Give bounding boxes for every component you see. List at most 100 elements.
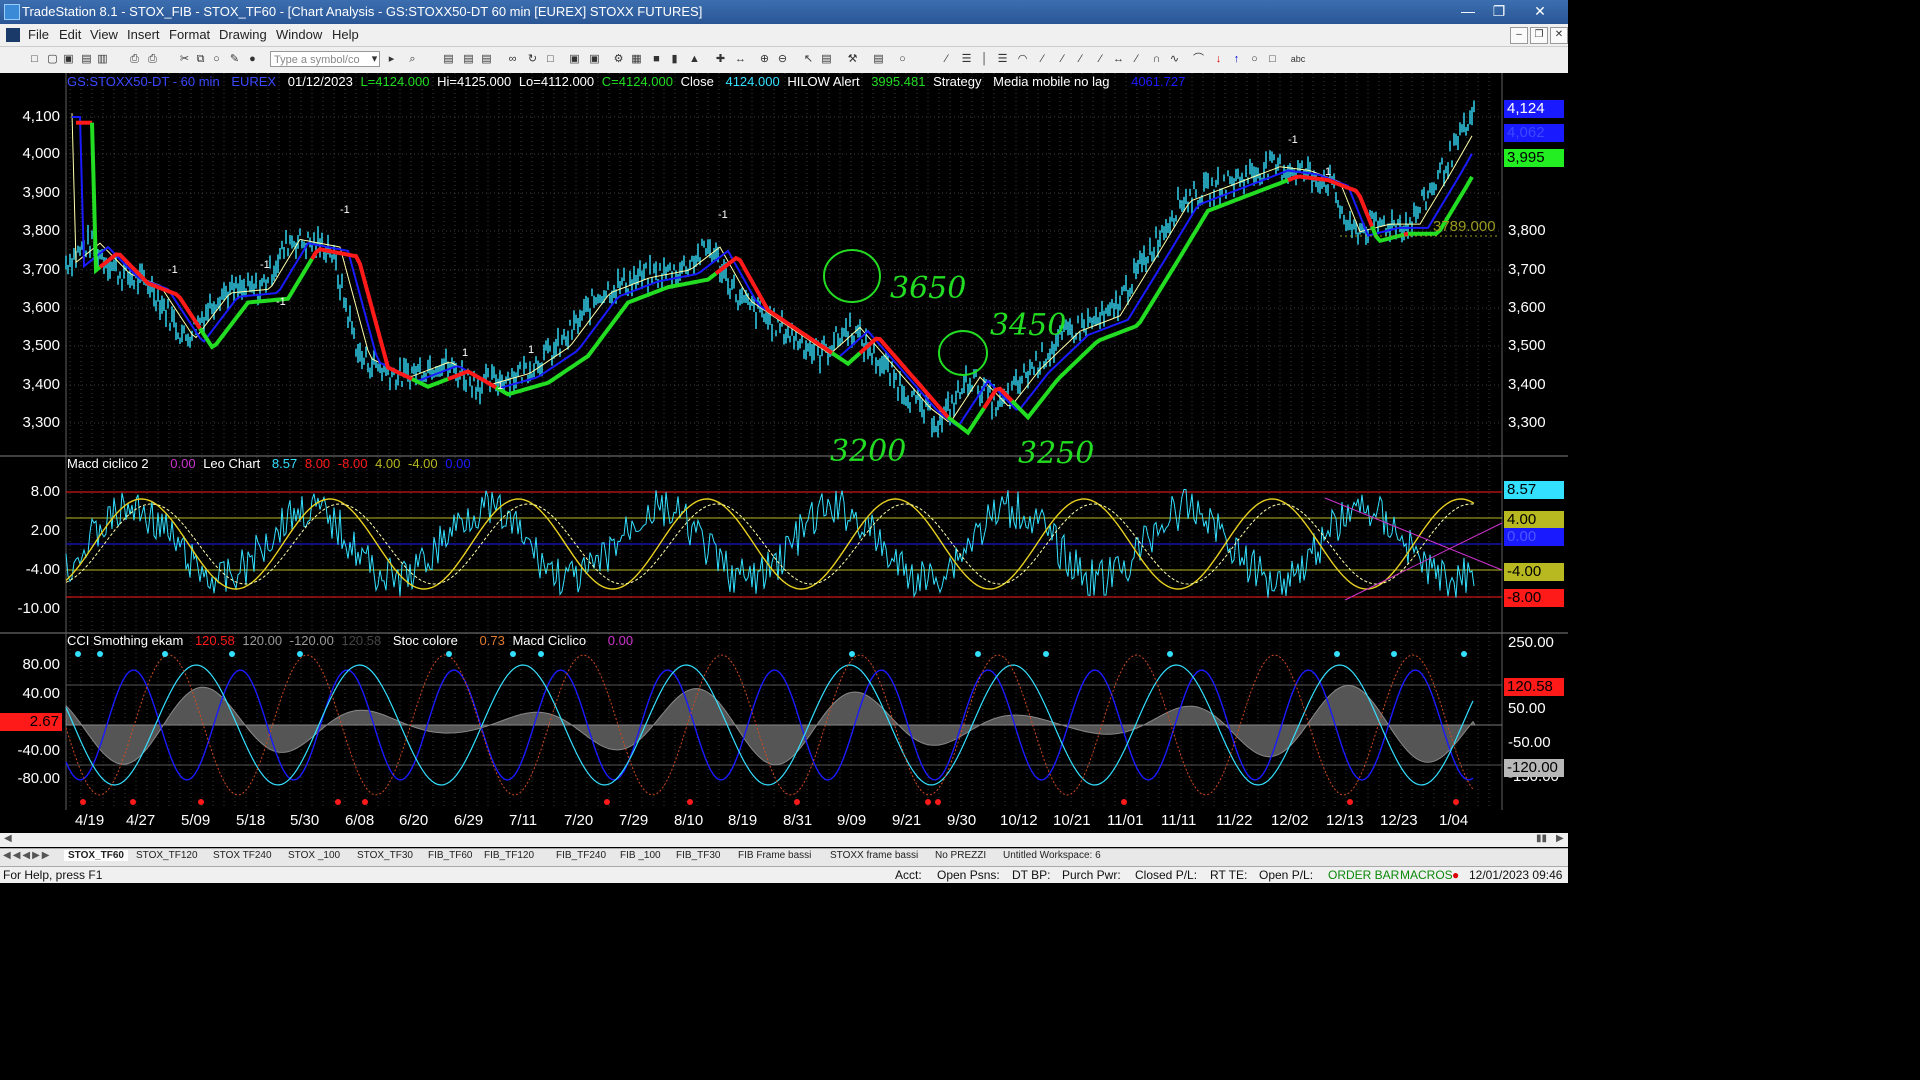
workspace-tab[interactable]: STOX _100 xyxy=(288,850,340,861)
arrow-line-icon[interactable]: ↔ xyxy=(1112,53,1125,66)
menu-view[interactable]: View xyxy=(90,27,118,42)
workspace-tab[interactable]: STOX_TF60 xyxy=(64,850,128,861)
scroll-left-icon[interactable]: ◀ xyxy=(4,833,12,844)
workspace-tab[interactable]: STOX TF240 xyxy=(213,850,272,861)
workspace-tab[interactable]: FIB_TF240 xyxy=(556,850,606,861)
format-icon[interactable]: ✎ xyxy=(228,53,241,66)
arc-icon[interactable]: ◠ xyxy=(1016,53,1029,66)
radar-icon[interactable]: ▤ xyxy=(462,53,475,66)
open-icon[interactable]: ▢ xyxy=(46,53,59,66)
workspace-tab[interactable]: FIB_TF60 xyxy=(428,850,472,861)
print-preview-icon[interactable]: ⎙ xyxy=(146,53,159,66)
workspace-tab[interactable]: STOXX frame bassi xyxy=(830,850,918,861)
save-icon[interactable]: ▣ xyxy=(62,53,75,66)
menu-help[interactable]: Help xyxy=(332,27,359,42)
mdi-restore-button[interactable]: ❐ xyxy=(1530,27,1548,44)
andrews-icon[interactable]: ∕ xyxy=(1056,53,1069,66)
maximize-button[interactable]: ❐ xyxy=(1484,0,1514,22)
strategy-icon[interactable]: ▤ xyxy=(872,53,885,66)
speed-icon[interactable]: ∕ xyxy=(1130,53,1143,66)
candle-icon[interactable]: ▮ xyxy=(668,53,681,66)
chevron-down-icon[interactable]: ▾ xyxy=(368,53,381,66)
chart-window-icon[interactable] xyxy=(6,28,20,42)
annotation-circle xyxy=(938,330,988,376)
menu-edit[interactable]: Edit xyxy=(59,27,81,42)
freehand-icon[interactable]: ∿ xyxy=(1168,53,1181,66)
find-symbol-icon[interactable]: ⌕ xyxy=(406,53,419,66)
workspace-icon[interactable]: ▤ xyxy=(80,53,93,66)
chart-area[interactable]: -1 -1 -1 -1 -1 -1 1 1 1 1 3650 3450 3200 3250 GS:STO… xyxy=(0,73,1568,848)
cycle-icon[interactable]: ∩ xyxy=(1150,53,1163,66)
crosshair-icon[interactable]: ✚ xyxy=(714,53,727,66)
trendline-icon[interactable]: ∕ xyxy=(940,53,953,66)
scroll-thumb-icon[interactable]: ▮▮ xyxy=(1536,833,1547,844)
compress-icon[interactable]: ↔ xyxy=(734,53,747,66)
workspace-tab[interactable]: FIB_TF120 xyxy=(484,850,534,861)
macd-panel-name: Macd ciclico 2 xyxy=(67,456,149,471)
workspace-tab[interactable]: FIB_TF30 xyxy=(676,850,720,861)
workspace-tab[interactable]: No PREZZI xyxy=(935,850,986,861)
arrow-down-icon[interactable]: ↓ xyxy=(1212,53,1225,66)
menu-insert[interactable]: Insert xyxy=(127,27,160,42)
workspace-tab[interactable]: STOX_TF30 xyxy=(357,850,413,861)
pointer-icon[interactable]: ↖ xyxy=(802,53,815,66)
cascade-icon[interactable]: ▣ xyxy=(588,53,601,66)
refresh-icon[interactable]: ↻ xyxy=(526,53,539,66)
matrix-icon[interactable]: ▤ xyxy=(480,53,493,66)
zoom-in-icon[interactable]: ⊕ xyxy=(758,53,771,66)
text-tool-icon[interactable]: abc xyxy=(1286,53,1310,66)
rectangle-icon[interactable]: □ xyxy=(1266,53,1279,66)
workspace-tab[interactable]: FIB _100 xyxy=(620,850,661,861)
symbol-input[interactable]: Type a symbol/co xyxy=(270,51,380,67)
line-chart-icon[interactable]: ▲ xyxy=(688,53,701,66)
alert-icon[interactable]: ○ xyxy=(896,53,909,66)
folder-icon[interactable]: ▥ xyxy=(96,53,109,66)
data-window-icon[interactable]: ▤ xyxy=(820,53,833,66)
fib-icon[interactable]: ☰ xyxy=(996,53,1009,66)
scroll-right-icon[interactable]: ▶ xyxy=(1556,833,1564,844)
minimize-button[interactable]: — xyxy=(1453,0,1483,22)
menu-window[interactable]: Window xyxy=(276,27,322,42)
link-icon[interactable]: ∞ xyxy=(506,53,519,66)
window-icon[interactable]: □ xyxy=(544,53,557,66)
play-icon[interactable]: ▸ xyxy=(385,53,398,66)
channel-icon[interactable]: ∕ xyxy=(1036,53,1049,66)
hline-icon[interactable]: ☰ xyxy=(960,53,973,66)
tab-nav-icon[interactable]: ◀◀◀▶▶ xyxy=(3,850,51,861)
workspace-tab[interactable]: STOX_TF120 xyxy=(136,850,198,861)
workspace-tab[interactable]: FIB Frame bassi xyxy=(738,850,811,861)
zoom-out-icon[interactable]: ⊖ xyxy=(776,53,789,66)
mdi-close-button[interactable]: ✕ xyxy=(1550,27,1568,44)
gann-icon[interactable]: ∕ xyxy=(1074,53,1087,66)
tools-icon[interactable]: ⚒ xyxy=(846,53,859,66)
lock-icon[interactable]: ○ xyxy=(210,53,223,66)
menu-drawing[interactable]: Drawing xyxy=(219,27,267,42)
alert-label: HILOW Alert xyxy=(787,74,860,89)
status-order-bar[interactable]: ORDER BAR xyxy=(1328,868,1399,882)
cci-right-axis-label: 50.00 xyxy=(1508,700,1546,717)
mdi-minimize-button[interactable]: – xyxy=(1510,27,1528,44)
curve-icon[interactable]: ⌒ xyxy=(1192,53,1205,66)
workspace-tab[interactable]: Untitled Workspace: 6 xyxy=(1003,850,1101,861)
new-icon[interactable]: □ xyxy=(28,53,41,66)
ellipse-icon[interactable]: ○ xyxy=(1248,53,1261,66)
copy-icon[interactable]: ⧉ xyxy=(194,53,207,66)
status-dt-bp: DT BP: xyxy=(1012,868,1051,882)
menu-file[interactable]: File xyxy=(28,27,49,42)
horizontal-scrollbar[interactable]: ◀ ▮▮ ▶ xyxy=(0,833,1568,847)
print-icon[interactable]: ⎙ xyxy=(128,53,141,66)
cut-icon[interactable]: ✂ xyxy=(178,53,191,66)
globe-icon[interactable]: ● xyxy=(246,53,259,66)
cci-right-axis-label: 250.00 xyxy=(1508,634,1554,651)
status-macros[interactable]: MACROS xyxy=(1400,868,1453,882)
tile-icon[interactable]: ▣ xyxy=(568,53,581,66)
regression-icon[interactable]: ∕ xyxy=(1094,53,1107,66)
settings-icon[interactable]: ⚙ xyxy=(612,53,625,66)
vline-icon[interactable]: │ xyxy=(978,53,991,66)
close-button[interactable]: ✕ xyxy=(1520,0,1560,22)
grid-icon[interactable]: ▦ xyxy=(630,53,643,66)
chart-analysis-icon[interactable]: ▤ xyxy=(442,53,455,66)
arrow-up-icon[interactable]: ↑ xyxy=(1230,53,1243,66)
bar-icon[interactable]: ■ xyxy=(650,53,663,66)
menu-format[interactable]: Format xyxy=(169,27,210,42)
